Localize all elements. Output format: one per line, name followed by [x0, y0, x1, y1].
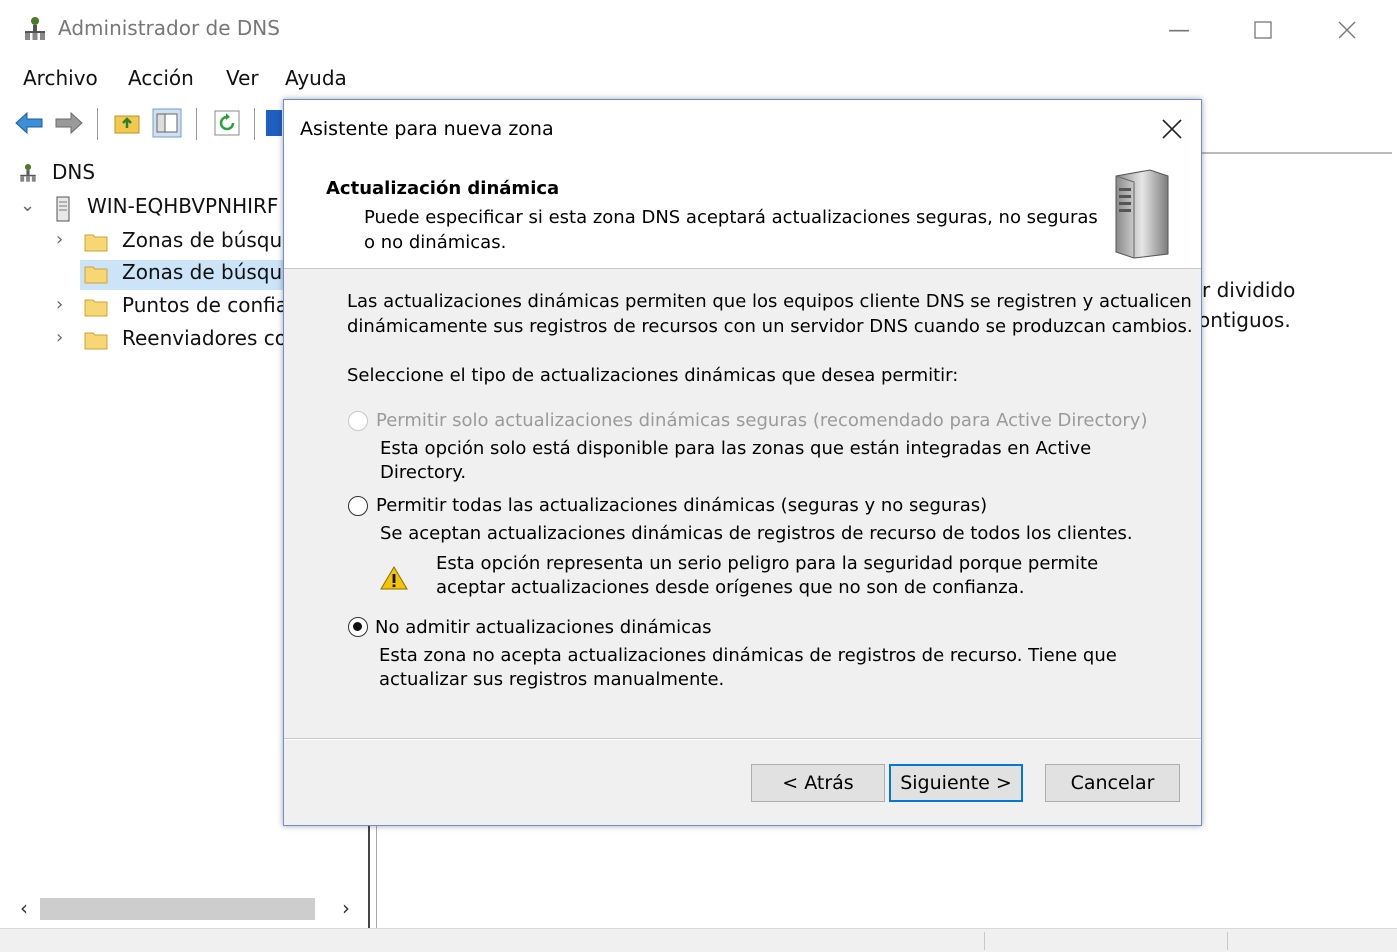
tree-item-label: Zonas de búsque	[122, 260, 295, 284]
radio-no-updates[interactable]	[348, 617, 368, 637]
window-titlebar: Administrador de DNS —	[0, 0, 1397, 60]
intro-text: Las actualizaciones dinámicas permiten q…	[347, 291, 1192, 312]
radio-selected-dot	[353, 622, 362, 631]
wizard-body: Las actualizaciones dinámicas permiten q…	[284, 269, 1201, 739]
menu-ayuda[interactable]: Ayuda	[285, 66, 347, 90]
dns-manager-icon	[25, 17, 45, 40]
tree-item-server[interactable]: ⌄ WIN-EQHBVPNHIRF	[20, 194, 320, 224]
chevron-down-icon[interactable]: ⌄	[20, 195, 35, 216]
folder-up-icon[interactable]	[112, 108, 142, 138]
option-description: Se aceptan actualizaciones dinámicas de …	[380, 523, 1133, 544]
minimize-button[interactable]: —	[1156, 12, 1202, 48]
option-description: actualizar sus registros manualmente.	[379, 669, 725, 690]
option-description: Esta opción solo está disponible para la…	[380, 438, 1092, 459]
show-hide-tree-icon[interactable]	[152, 108, 182, 138]
menu-accion[interactable]: Acción	[128, 66, 194, 90]
tree-item-label: Reenviadores co	[122, 326, 287, 350]
intro-text: dinámicamente sus registros de recursos …	[347, 316, 1193, 337]
minimize-icon: —	[1168, 17, 1190, 43]
radio-secure-only	[348, 411, 368, 431]
toolbar	[0, 100, 285, 148]
close-window-button[interactable]	[1324, 12, 1370, 48]
toolbar-separator	[254, 108, 255, 140]
dialog-close-button[interactable]	[1152, 112, 1192, 146]
status-separator	[984, 932, 985, 950]
scroll-right-icon[interactable]: ›	[334, 896, 358, 922]
window-title: Administrador de DNS	[58, 16, 280, 40]
folder-icon	[84, 299, 108, 317]
maximize-icon	[1254, 21, 1272, 39]
chevron-right-icon[interactable]: ›	[56, 294, 63, 315]
warning-text: aceptar actualizaciones desde orígenes q…	[436, 577, 1025, 598]
footer-divider	[284, 738, 1201, 740]
tree-item-label: DNS	[52, 160, 96, 184]
tree-item-dns[interactable]: DNS	[18, 160, 318, 190]
radio-label[interactable]: Permitir todas las actualizaciones dinám…	[376, 493, 987, 518]
menu-archivo[interactable]: Archivo	[23, 66, 98, 90]
chevron-right-icon[interactable]: ›	[56, 327, 63, 348]
next-button[interactable]: Siguiente >	[889, 764, 1023, 802]
folder-icon	[84, 234, 108, 252]
dns-server-icon	[20, 164, 36, 182]
tree-item-label: Puntos de confia	[122, 293, 289, 317]
wizard-header: Actualización dinámica Puede especificar…	[284, 158, 1201, 269]
wizard-step-description: Puede especificar si esta zona DNS acept…	[364, 207, 1098, 253]
toolbar-separator	[97, 108, 98, 140]
close-icon	[1162, 119, 1182, 139]
cancel-button[interactable]: Cancelar	[1045, 764, 1180, 802]
pane-splitter[interactable]	[368, 820, 377, 930]
server-icon	[56, 196, 70, 222]
menu-bar: Archivo Acción Ver Ayuda	[0, 60, 1397, 96]
tree-horizontal-scrollbar[interactable]: ‹ ›	[12, 894, 362, 924]
radio-all-updates[interactable]	[348, 496, 368, 516]
results-pane-text: r dividido	[1202, 278, 1296, 302]
server-tower-icon	[1115, 169, 1169, 259]
chevron-right-icon[interactable]: ›	[56, 229, 63, 250]
tree-item-label: Zonas de búsque	[122, 228, 295, 252]
toolbar-separator	[196, 108, 197, 140]
forward-arrow-icon[interactable]	[54, 108, 84, 138]
warning-text: Esta opción representa un serio peligro …	[436, 553, 1099, 574]
close-icon	[1338, 21, 1356, 39]
select-prompt: Seleccione el tipo de actualizaciones di…	[347, 365, 959, 386]
option-description: Esta zona no acepta actualizaciones diná…	[379, 645, 1117, 666]
menu-ver[interactable]: Ver	[226, 66, 259, 90]
folder-icon	[84, 266, 108, 284]
new-zone-wizard-dialog: Asistente para nueva zona Actualización …	[283, 99, 1202, 826]
maximize-button[interactable]	[1240, 12, 1286, 48]
wizard-step-title: Actualización dinámica	[326, 178, 560, 199]
tree-item-label: WIN-EQHBVPNHIRF	[87, 194, 279, 218]
dialog-title: Asistente para nueva zona	[300, 118, 554, 140]
scroll-thumb[interactable]	[40, 898, 315, 920]
tree-item-zonas-inversas[interactable]: Zonas de búsque	[80, 260, 294, 290]
radio-label[interactable]: No admitir actualizaciones dinámicas	[375, 615, 711, 640]
status-separator	[1227, 932, 1228, 950]
radio-label: Permitir solo actualizaciones dinámicas …	[376, 410, 1148, 431]
refresh-icon[interactable]	[212, 108, 242, 138]
option-description: Directory.	[380, 462, 467, 483]
folder-icon	[84, 332, 108, 350]
scroll-left-icon[interactable]: ‹	[12, 896, 36, 922]
help-icon[interactable]	[262, 108, 282, 138]
results-pane-text: ontiguos.	[1198, 308, 1291, 332]
warning-icon	[380, 566, 408, 590]
back-arrow-icon[interactable]	[14, 108, 44, 138]
back-button[interactable]: < Atrás	[751, 764, 885, 802]
status-bar	[0, 928, 1397, 952]
dialog-titlebar: Asistente para nueva zona	[284, 100, 1201, 158]
results-header-rule	[1202, 152, 1392, 154]
